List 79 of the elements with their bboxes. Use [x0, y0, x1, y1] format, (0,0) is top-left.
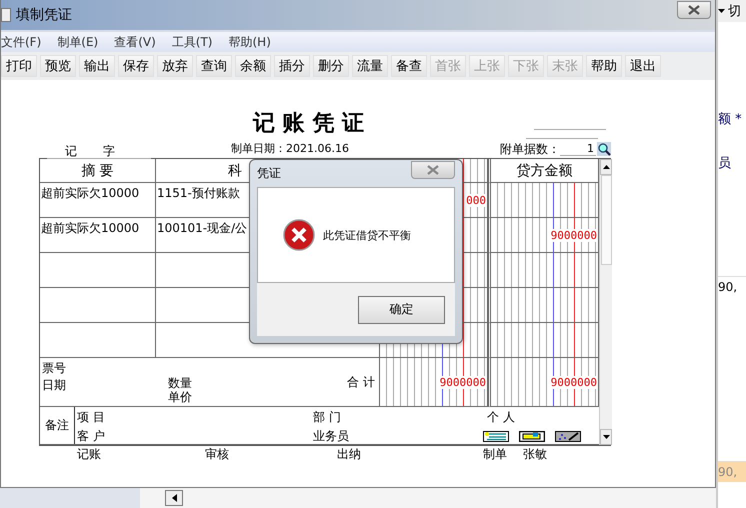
vertical-scrollbar[interactable] — [599, 159, 612, 445]
toolbar-button[interactable]: 流量 — [352, 55, 388, 77]
field-label: 数量 — [168, 376, 192, 390]
total-value: 9000000 — [438, 376, 487, 388]
amount-cell[interactable] — [488, 253, 599, 288]
dialog-message: 此凭证借贷不平衡 — [323, 228, 411, 242]
signature-label: 审核 — [205, 446, 229, 462]
panel-label: 员 — [718, 155, 732, 172]
amount-value: 9000000 — [550, 228, 598, 242]
amount-cell[interactable] — [488, 183, 599, 218]
toolbar-button[interactable]: 退出 — [625, 55, 661, 77]
toolbar-button[interactable]: 打印 — [1, 55, 37, 77]
close-button[interactable] — [677, 1, 711, 19]
voucher-type-field[interactable]: 记 字 — [47, 144, 151, 159]
date-label: 制单日期：2021.06.16 — [231, 142, 349, 156]
table-cell[interactable]: 超前实际欠10000 — [40, 183, 156, 218]
table-cell[interactable] — [40, 323, 156, 358]
panel-row[interactable]: 90, — [718, 276, 746, 297]
menu-item[interactable]: 帮助(H) — [228, 34, 271, 50]
amount-cell[interactable]: 9000000 — [488, 218, 599, 253]
ok-button[interactable]: 确定 — [358, 296, 445, 324]
panel-label: 切 — [728, 3, 741, 20]
wand-icon[interactable] — [555, 431, 581, 442]
attachments-label: 附单据数： — [500, 140, 560, 158]
table-cell[interactable] — [40, 288, 156, 323]
toolbar-button[interactable]: 余额 — [235, 55, 271, 77]
lines-icon[interactable] — [483, 431, 509, 442]
scroll-up-icon[interactable] — [602, 165, 610, 169]
table-cell[interactable] — [40, 253, 156, 288]
menu-item[interactable]: 文件(F) — [1, 34, 42, 50]
amount-value: 000 — [465, 194, 487, 206]
amount-cell[interactable] — [488, 323, 599, 358]
preparer-name: 张敏 — [523, 446, 547, 462]
toolbar-button[interactable]: 插分 — [274, 55, 310, 77]
field-label: 单价 — [168, 390, 192, 404]
panel-label: 额 * — [718, 111, 743, 128]
voucher-title: 记 账 凭 证 — [253, 110, 364, 136]
menu-item[interactable]: 工具(T) — [172, 34, 212, 50]
card-icon[interactable] — [519, 431, 545, 442]
field-label: 个 人 — [486, 409, 516, 426]
toolbar-button[interactable]: 放弃 — [157, 55, 193, 77]
window-title: 填制凭证 — [16, 6, 72, 24]
total-value: 9000000 — [550, 376, 598, 388]
toolbar-button[interactable]: 输出 — [79, 55, 115, 77]
signature-label: 记账 — [77, 446, 101, 462]
total-label: 合 计 — [347, 374, 375, 390]
field-label: 客 户 — [77, 428, 106, 445]
column-header: 贷方金额 — [488, 159, 599, 183]
close-icon — [426, 164, 440, 174]
field-label: 日期 — [42, 377, 66, 394]
field-label: 票号 — [42, 360, 66, 377]
dialog-title: 凭证 — [257, 165, 281, 182]
attachments-field[interactable]: 1 — [560, 142, 596, 156]
signature-label: 制单 — [483, 446, 507, 462]
toolbar-button[interactable]: 备查 — [391, 55, 427, 77]
toolbar-button[interactable]: 帮助 — [586, 55, 622, 77]
scroll-thumb[interactable] — [600, 175, 612, 265]
toolbar-button[interactable]: 保存 — [118, 55, 154, 77]
error-icon — [283, 219, 315, 251]
close-button[interactable] — [411, 160, 455, 178]
close-icon — [687, 5, 701, 15]
table-cell[interactable]: 超前实际欠10000 — [40, 218, 156, 253]
signature-label: 出纳 — [337, 446, 361, 462]
toolbar-button[interactable]: 预览 — [40, 55, 76, 77]
toolbar-button[interactable]: 删分 — [313, 55, 349, 77]
scroll-down-icon[interactable] — [602, 435, 610, 439]
scroll-left-button[interactable] — [165, 490, 183, 506]
field-label: 部 门 — [313, 409, 342, 426]
remarks-label: 备注 — [45, 417, 69, 434]
dropdown-icon — [718, 9, 725, 13]
search-icon[interactable] — [597, 142, 611, 156]
column-header: 摘 要 — [40, 159, 156, 183]
menu-item[interactable]: 查看(V) — [114, 34, 156, 50]
field-label: 项 目 — [77, 409, 106, 426]
scroll-left-icon — [172, 494, 176, 502]
field-label: 业务员 — [313, 428, 350, 445]
amount-cell[interactable] — [488, 288, 599, 323]
menu-item[interactable]: 制单(E) — [57, 34, 98, 50]
toolbar-button[interactable]: 查询 — [196, 55, 232, 77]
